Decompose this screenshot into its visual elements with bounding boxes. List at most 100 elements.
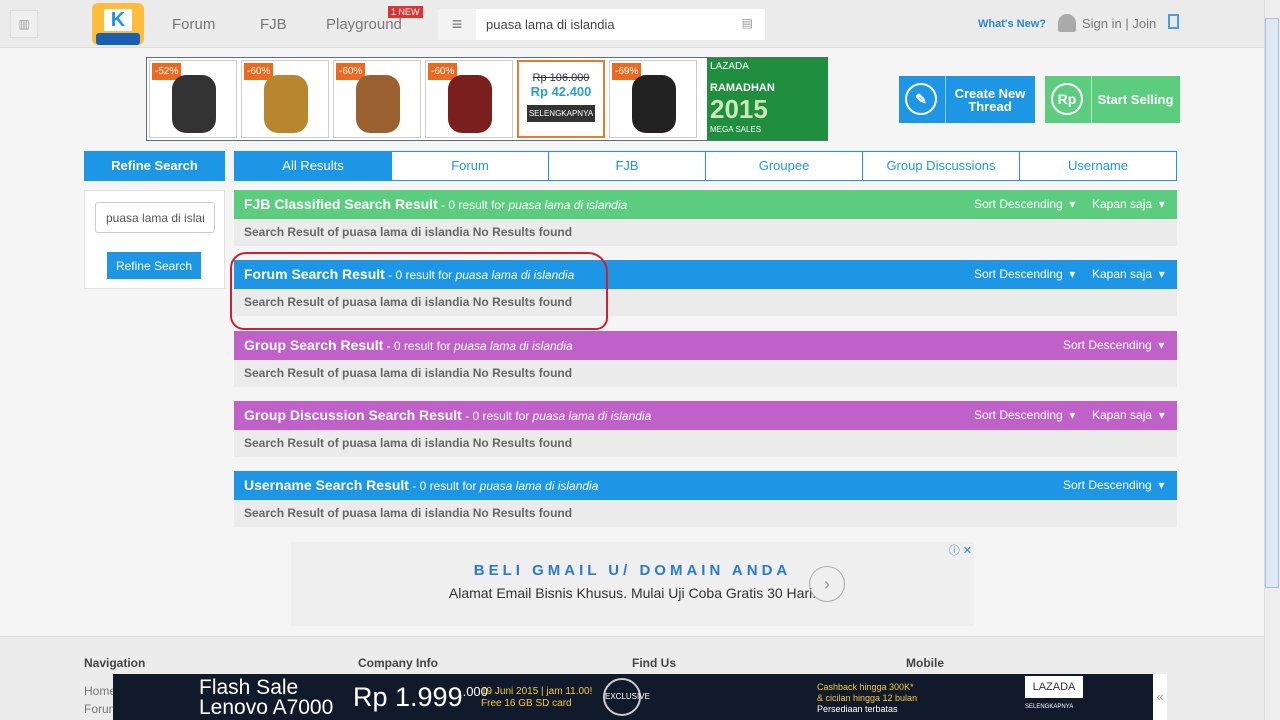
ad-choices-icon[interactable]: ⓘ ✕ [949, 542, 972, 558]
nav-playground[interactable]: Playground [326, 16, 402, 33]
search-result-section: FJB Classified Search Result - 0 result … [234, 190, 1177, 246]
sort-dropdown[interactable]: Sort Descending ▾ [974, 190, 1075, 219]
search-result-section: Forum Search Result - 0 result for puasa… [234, 260, 1177, 316]
lazada-logo-text: LAZADA [710, 61, 749, 72]
lazada-year: 2015 [710, 94, 768, 124]
tab-forum[interactable]: Forum [391, 152, 548, 180]
top-bar: ▥ K Forum FJB Playground 1 NEW ≡ ▤ What'… [0, 0, 1264, 48]
sort-dropdown[interactable]: Sort Descending ▾ [974, 260, 1075, 289]
ad-product[interactable]: -52% [149, 60, 237, 138]
footer-heading: Find Us [632, 656, 676, 670]
menu-icon[interactable]: ≡ [438, 9, 476, 40]
result-count: - 0 result for [384, 268, 456, 282]
section-body: Search Result of puasa lama di islandia … [234, 219, 1177, 246]
result-tabs: All Results Forum FJB Groupee Group Disc… [234, 151, 1177, 181]
rupiah-icon: Rp [1051, 83, 1083, 115]
refine-search-button[interactable]: Refine Search [107, 252, 201, 279]
time-label: Kapan saja [1092, 197, 1153, 211]
search-result-section: Username Search Result - 0 result for pu… [234, 471, 1177, 527]
tab-fjb[interactable]: FJB [548, 152, 705, 180]
time-dropdown[interactable]: Kapan saja ▾ [1092, 401, 1165, 430]
lazada-ad[interactable]: LAZADA RAMADHAN 2015 MEGA SALES [707, 58, 828, 140]
footer-heading: Mobile [906, 656, 944, 670]
flash-stock: Persediaan terbatas [817, 704, 898, 714]
result-count: - 0 result for [461, 409, 533, 423]
tab-groupee[interactable]: Groupee [705, 152, 862, 180]
footer-heading: Company Info [358, 656, 438, 670]
section-body: Search Result of puasa lama di islandia … [234, 500, 1177, 527]
tab-username[interactable]: Username [1019, 152, 1176, 180]
chevron-right-icon[interactable]: › [809, 566, 845, 602]
keyboard-icon[interactable]: ▤ [742, 16, 753, 30]
sort-label: Sort Descending [1063, 478, 1152, 492]
signin-link[interactable]: Sign in | Join [1082, 16, 1156, 31]
time-dropdown[interactable]: Kapan saja ▾ [1092, 190, 1165, 219]
section-header: FJB Classified Search Result - 0 result … [234, 190, 1177, 219]
search-result-section: Group Search Result - 0 result for puasa… [234, 331, 1177, 387]
result-query: puasa lama di islandia [453, 339, 573, 353]
tab-group-discussions[interactable]: Group Discussions [862, 152, 1019, 180]
exclusive-badge: EXCLUSIVE [603, 678, 650, 716]
refine-search-title: Refine Search [84, 151, 225, 181]
create-thread-button[interactable]: ✎ Create New Thread [899, 76, 1035, 123]
search-input[interactable] [486, 9, 736, 40]
kaskus-logo[interactable]: K [92, 3, 144, 45]
time-dropdown[interactable]: Kapan saja ▾ [1092, 260, 1165, 289]
nav-forum[interactable]: Forum [172, 16, 215, 33]
start-selling-label: Start Selling [1097, 92, 1174, 107]
sidebar-toggle-button[interactable]: ▥ [10, 10, 38, 38]
ad-product[interactable]: -69% [609, 60, 697, 138]
result-count: - 0 result for [437, 198, 509, 212]
logo-letter: K [104, 9, 132, 31]
collapse-ad-button[interactable]: « [1153, 674, 1167, 720]
scrollbar-thumb[interactable] [1265, 18, 1279, 588]
section-title: Forum Search Result [244, 266, 385, 282]
flash-cashback: Cashback hingga 300K* [817, 682, 914, 692]
refine-search-panel: Refine Search [84, 190, 225, 289]
section-title: Group Search Result [244, 337, 384, 353]
section-title: Group Discussion Search Result [244, 407, 462, 423]
nav-fjb[interactable]: FJB [260, 16, 287, 33]
flash-price: Rp 1.999 [353, 682, 463, 712]
lazada-logo: LAZADA [1025, 676, 1083, 698]
section-header: Group Discussion Search Result - 0 resul… [234, 401, 1177, 430]
result-query: puasa lama di islandia [508, 198, 628, 212]
tab-all-results[interactable]: All Results [235, 152, 391, 180]
start-selling-button[interactable]: Rp Start Selling [1045, 76, 1180, 123]
new-badge: 1 NEW [388, 6, 423, 18]
flash-line2: Lenovo A7000 [199, 696, 334, 719]
refine-search-input[interactable] [95, 202, 215, 233]
result-query: puasa lama di islandia [455, 268, 575, 282]
sort-dropdown[interactable]: Sort Descending ▾ [1063, 471, 1164, 500]
mobile-icon[interactable] [1168, 14, 1179, 29]
footer-link-home[interactable]: Home [84, 684, 116, 698]
sort-dropdown[interactable]: Sort Descending ▾ [974, 401, 1075, 430]
whats-new-link[interactable]: What's New? [978, 18, 1046, 30]
google-ad[interactable]: BELI GMAIL U/ DOMAIN ANDA Alamat Email B… [291, 542, 974, 626]
section-header: Group Search Result - 0 result for puasa… [234, 331, 1177, 360]
ad-product[interactable]: -60% [425, 60, 513, 138]
result-query: puasa lama di islandia [479, 479, 599, 493]
flash-line1: Flash Sale [199, 676, 299, 699]
old-price: Rp 106.000 [532, 72, 590, 84]
sort-dropdown[interactable]: Sort Descending ▾ [1063, 331, 1164, 360]
section-title: FJB Classified Search Result [244, 196, 438, 212]
result-count: - 0 result for [408, 479, 480, 493]
ad-price-box[interactable]: Rp 106.000 Rp 42.400 SELENGKAPNYA [517, 60, 605, 138]
ad-cta[interactable]: SELENGKAPNYA [526, 105, 596, 122]
lazada-title: RAMADHAN [710, 82, 775, 94]
pencil-icon: ✎ [905, 83, 937, 115]
sort-label: Sort Descending [1063, 338, 1152, 352]
product-ad-banner[interactable]: -52% -60% -60% -60% Rp 106.000 Rp 42.400… [146, 57, 828, 141]
flash-sale-ad[interactable]: Flash Sale Lenovo A7000 Rp 1.999.000 19 J… [113, 674, 1153, 720]
ad-product[interactable]: -60% [241, 60, 329, 138]
flash-cicilan: & cicilan hingga 12 bulan [817, 693, 918, 703]
ad-title[interactable]: BELI GMAIL U/ DOMAIN ANDA [291, 562, 974, 579]
ad-product[interactable]: -60% [333, 60, 421, 138]
section-body: Search Result of puasa lama di islandia … [234, 360, 1177, 387]
flash-cta[interactable]: SELENGKAPNYA [1025, 704, 1073, 710]
sort-label: Sort Descending [974, 197, 1063, 211]
flash-gift: Free 16 GB SD card [481, 698, 572, 709]
create-thread-label: Create New Thread [954, 85, 1026, 114]
search-box: ≡ ▤ [438, 9, 765, 40]
